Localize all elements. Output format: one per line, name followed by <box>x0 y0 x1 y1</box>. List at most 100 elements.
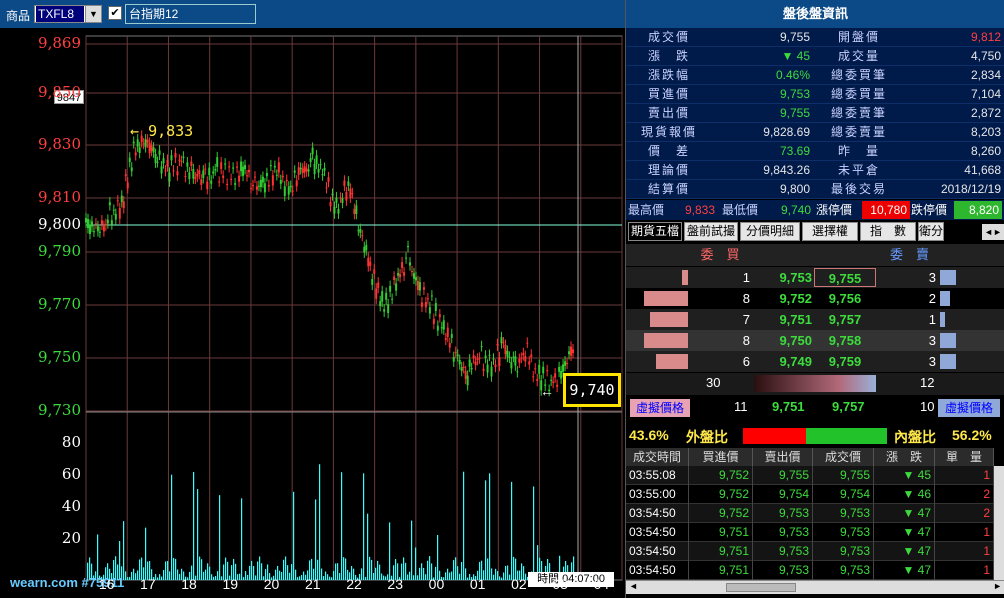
candle-body <box>158 150 161 155</box>
candle-body <box>100 220 103 225</box>
volume-bar <box>213 576 215 580</box>
trade-scrollbar[interactable] <box>994 466 1004 580</box>
volume-bar <box>167 561 169 580</box>
bid-price[interactable]: 9,752 <box>756 288 812 309</box>
price-volume-chart[interactable] <box>0 28 625 598</box>
candle-body <box>170 155 173 161</box>
high-limit: 9,833 <box>684 203 715 217</box>
ask-price[interactable]: 9,757 <box>814 310 876 329</box>
tab-scroll-arrows[interactable]: ◄► <box>982 224 1004 240</box>
stat-value: ▼ 45 <box>781 49 810 63</box>
trade-cell: 9,753 <box>753 523 813 542</box>
ratio-bar-fill <box>743 428 806 444</box>
volume-bar <box>209 566 211 580</box>
candle-body <box>102 226 105 232</box>
stat-value: 2,834 <box>970 68 1001 82</box>
scroll-left-icon[interactable]: ◄ <box>629 581 638 591</box>
product-name-field[interactable]: 台指期12 <box>125 4 256 24</box>
bid-price[interactable]: 9,749 <box>756 351 812 372</box>
candle-body <box>261 176 264 183</box>
candle-body <box>367 257 370 267</box>
chevron-down-icon[interactable]: ▼ <box>85 6 101 22</box>
candle-body <box>430 295 433 297</box>
candle-body <box>385 292 388 300</box>
candle-body <box>520 357 523 359</box>
volume-bar <box>315 499 317 580</box>
bid-price[interactable]: 9,753 <box>756 267 812 288</box>
volume-bar <box>331 577 333 580</box>
ratio-bar <box>743 428 887 444</box>
volume-bar <box>205 569 207 580</box>
price-tick-label: 9,800 <box>38 215 81 233</box>
candle-body <box>538 364 541 374</box>
tab-3[interactable]: 選擇權 <box>802 222 858 241</box>
toolbar: 商品 TXFL8 ▼ ✔ 台指期12 <box>0 0 625 28</box>
show-name-checkbox[interactable]: ✔ <box>108 6 122 20</box>
candle-body <box>331 193 334 196</box>
tab-0[interactable]: 期貨五檔 <box>628 222 682 241</box>
candle-body <box>564 361 567 366</box>
candle-body <box>259 179 262 188</box>
chart-panel[interactable]: 9847 ← 9,833 ← 9,740 時間 04:07:00 wearn.c… <box>0 28 625 598</box>
stat-label: 成交價 <box>647 30 690 44</box>
ask-price[interactable]: 9,755 <box>814 268 876 287</box>
limits-row: 最高價 9,833 最低價 9,740 漲停價 10,780 跌停價 8,820 <box>626 200 1004 220</box>
ask-price[interactable]: 9,756 <box>814 289 876 308</box>
time-tick-label: 19 <box>222 576 239 592</box>
candle-body <box>381 291 384 302</box>
candle-body <box>192 169 195 179</box>
candle-body <box>248 169 250 173</box>
trade-cell: 9,753 <box>813 523 874 542</box>
candle-body <box>387 304 390 314</box>
stats-row: 理論價 9,843.26 未平倉 41,668 <box>626 161 1004 180</box>
candle-body <box>500 337 503 344</box>
candle-body <box>196 174 199 177</box>
ask-price[interactable]: 9,759 <box>814 352 876 371</box>
tab-5[interactable]: 衛分 <box>918 222 944 241</box>
candle-body <box>476 358 479 360</box>
ask-qty: 2 <box>928 291 936 306</box>
trade-row: 03:54:50 9,752 9,753 9,753 ▼ 47 2 <box>626 504 994 523</box>
candle-body <box>516 371 519 373</box>
candle-body <box>403 272 406 276</box>
candle-body <box>212 171 215 174</box>
trade-cell: 9,754 <box>813 485 874 504</box>
scroll-right-icon[interactable]: ► <box>993 581 1002 591</box>
volume-bar <box>335 563 337 580</box>
tab-4[interactable]: 指 數 <box>860 222 916 241</box>
scroll-thumb[interactable] <box>726 583 796 592</box>
candle-body <box>188 172 191 180</box>
trade-cell: 9,753 <box>753 542 813 561</box>
ask-depth-bar <box>940 333 956 348</box>
ask-total: 12 <box>920 375 935 390</box>
horizontal-scrollbar[interactable]: ◄ ► <box>626 580 1004 594</box>
candle-body <box>329 202 332 207</box>
tab-2[interactable]: 分價明細 <box>740 222 800 241</box>
bid-price[interactable]: 9,751 <box>756 309 812 330</box>
ask-price[interactable]: 9,758 <box>814 331 876 350</box>
volume-bar <box>285 556 287 580</box>
symbol-combobox[interactable]: TXFL8 ▼ <box>34 5 102 23</box>
stat-label: 總委賣量 <box>830 125 887 139</box>
tab-1[interactable]: 盤前試撮 <box>684 222 738 241</box>
candle-body <box>275 174 278 176</box>
candle-body <box>301 168 304 173</box>
last-price-arrow: ← <box>540 383 554 399</box>
candle-body <box>438 314 441 318</box>
candle-body <box>560 371 563 379</box>
volume-bar <box>363 473 365 580</box>
volume-bar <box>251 560 253 580</box>
candle-body <box>162 158 165 164</box>
trade-cell: 03:54:50 <box>626 523 689 542</box>
candle-body <box>128 157 131 163</box>
volume-bar <box>495 568 497 580</box>
bid-price[interactable]: 9,750 <box>756 330 812 351</box>
volume-tick-label: 80 <box>61 433 81 451</box>
low-label-limit: 最低價 <box>722 203 759 217</box>
candle-body <box>319 164 322 166</box>
stat-label: 買進價 <box>647 87 690 101</box>
candle-body <box>568 351 571 355</box>
volume-bar <box>377 560 379 580</box>
candle-body <box>558 366 561 372</box>
volume-bar <box>197 489 199 580</box>
